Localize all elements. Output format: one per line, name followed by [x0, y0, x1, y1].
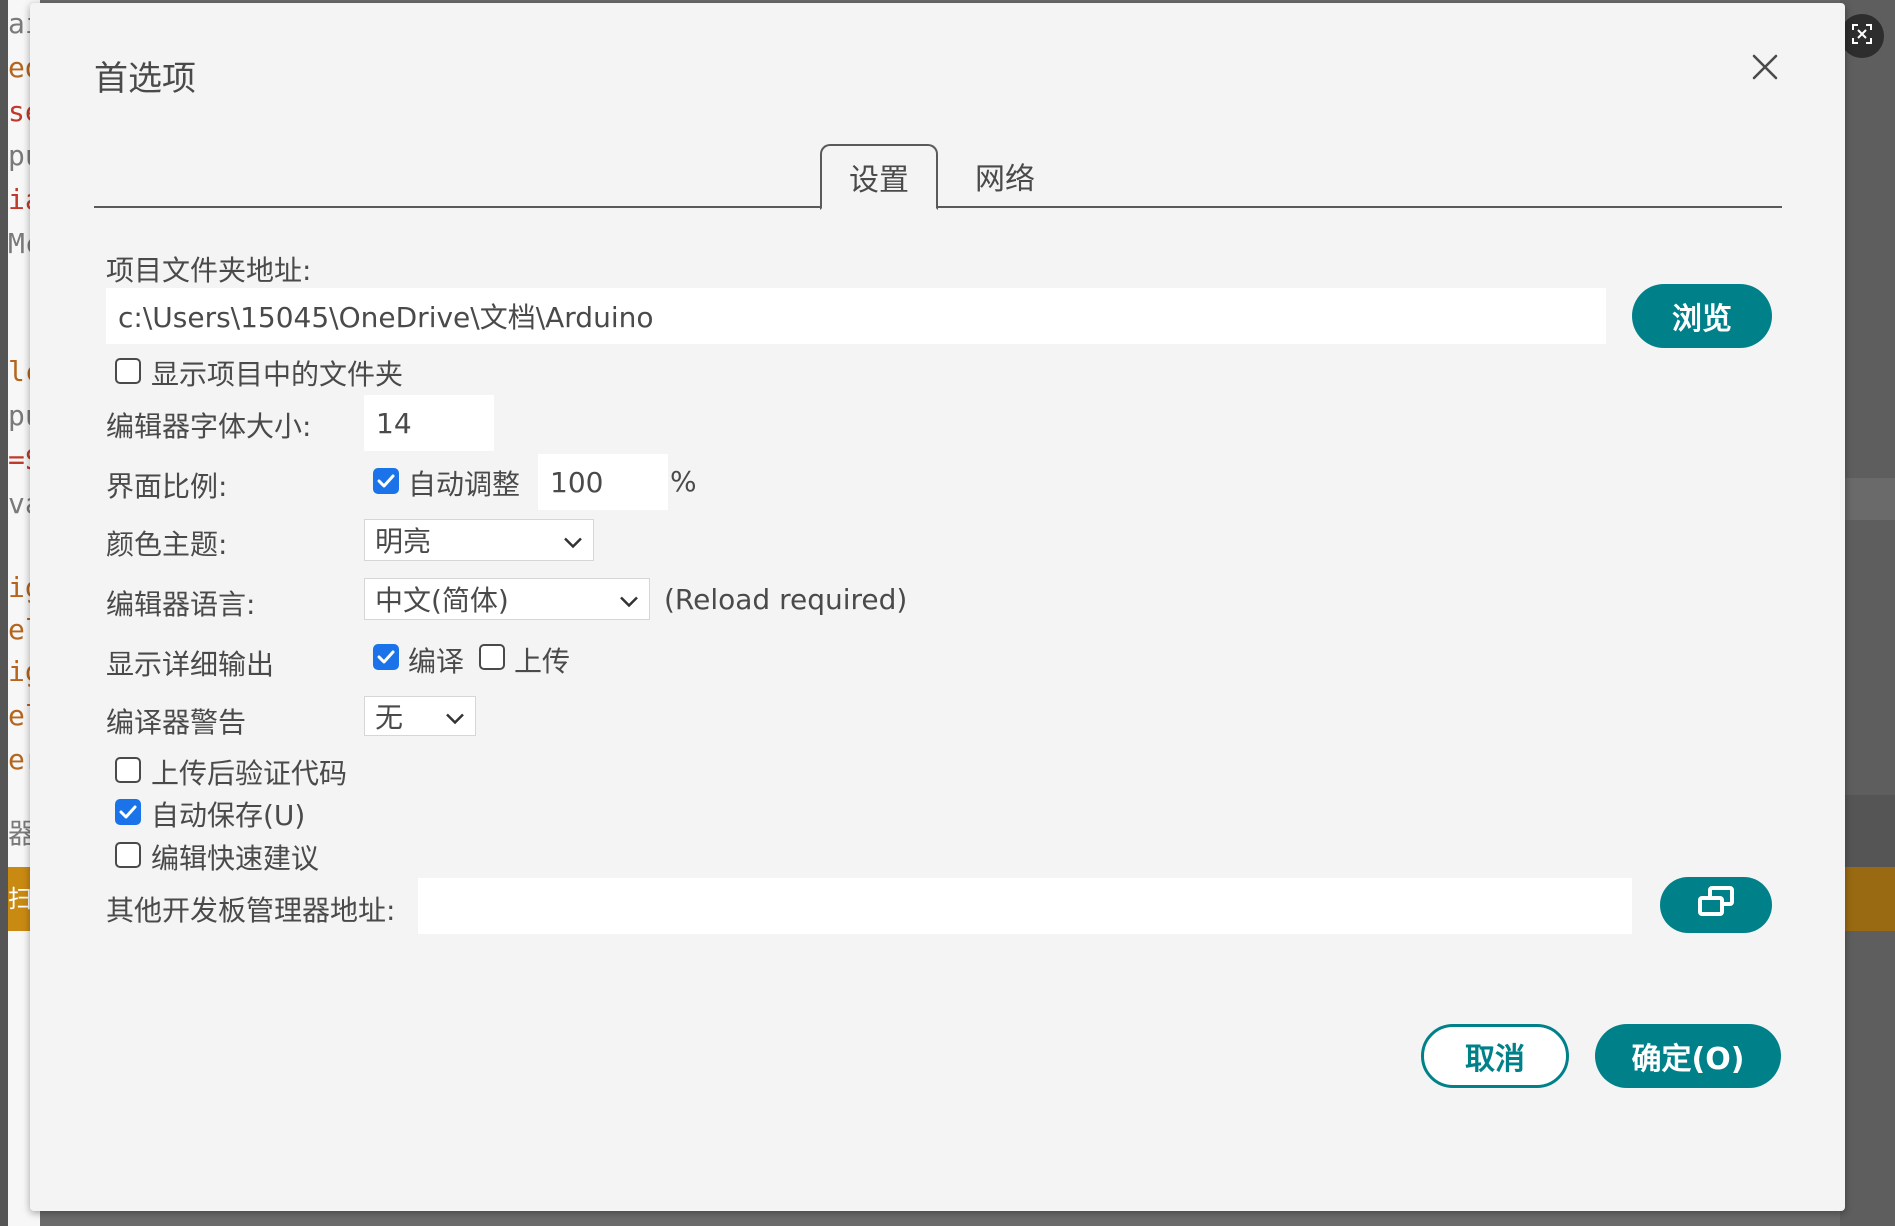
warnings-label: 编译器警告	[106, 706, 247, 739]
verbose-upload-label: 上传	[514, 645, 571, 678]
auto-scale-label: 自动调整	[408, 468, 521, 501]
tab-network[interactable]: 网络	[950, 144, 1060, 208]
language-value: 中文(简体)	[375, 584, 509, 617]
tabs-divider	[94, 206, 1782, 208]
ok-button[interactable]: 确定(O)	[1595, 1024, 1781, 1088]
preferences-dialog: 首选项 设置 网络 项目文件夹地址: c:\Users\15045\OneDri…	[30, 3, 1845, 1211]
font-size-label: 编辑器字体大小:	[106, 410, 312, 443]
verbose-compile-label: 编译	[408, 645, 465, 678]
chevron-down-icon	[619, 583, 639, 616]
theme-value: 明亮	[375, 525, 432, 558]
sketchbook-label: 项目文件夹地址:	[106, 254, 312, 287]
scale-input[interactable]: 100	[538, 454, 668, 510]
quick-suggest-checkbox[interactable]	[115, 842, 141, 868]
theme-label: 颜色主题:	[106, 528, 228, 561]
reload-note: (Reload required)	[664, 583, 908, 616]
scale-label: 界面比例:	[106, 470, 228, 503]
background-right-panel	[1840, 0, 1895, 1226]
warnings-select[interactable]: 无	[364, 696, 476, 736]
language-select[interactable]: 中文(简体)	[364, 578, 650, 620]
autosave-checkbox[interactable]	[115, 799, 141, 825]
background-band	[1840, 478, 1895, 520]
dialog-title: 首选项	[94, 59, 196, 99]
close-icon	[1751, 53, 1779, 85]
theme-select[interactable]: 明亮	[364, 519, 594, 561]
board-urls-input[interactable]	[418, 878, 1632, 934]
edit-board-urls-button[interactable]	[1660, 877, 1772, 933]
chevron-down-icon	[445, 700, 465, 733]
close-button[interactable]	[1743, 47, 1787, 91]
show-files-label: 显示项目中的文件夹	[151, 358, 404, 391]
window-stack-icon	[1696, 885, 1736, 925]
verbose-compile-checkbox[interactable]	[373, 644, 399, 670]
background-band	[1840, 795, 1895, 867]
font-size-input[interactable]: 14	[364, 395, 494, 451]
browse-button[interactable]: 浏览	[1632, 284, 1772, 348]
show-files-checkbox[interactable]	[115, 358, 141, 384]
chevron-down-icon	[563, 524, 583, 557]
language-label: 编辑器语言:	[106, 588, 256, 621]
screenshot-button[interactable]	[1840, 14, 1884, 58]
screenshot-icon	[1850, 22, 1874, 50]
quick-suggest-label: 编辑快速建议	[151, 842, 320, 875]
verify-label: 上传后验证代码	[151, 757, 348, 790]
bg-status-bar	[1840, 867, 1895, 931]
autosave-label: 自动保存(U)	[151, 799, 306, 832]
warnings-value: 无	[375, 701, 404, 734]
verify-checkbox[interactable]	[115, 757, 141, 783]
auto-scale-checkbox[interactable]	[373, 468, 399, 494]
tab-settings[interactable]: 设置	[820, 144, 938, 210]
sketchbook-path-input[interactable]: c:\Users\15045\OneDrive\文档\Arduino	[106, 288, 1606, 344]
scale-unit: %	[670, 465, 697, 498]
cancel-button[interactable]: 取消	[1421, 1024, 1569, 1088]
board-urls-label: 其他开发板管理器地址:	[106, 894, 396, 927]
verbose-upload-checkbox[interactable]	[479, 644, 505, 670]
verbose-label: 显示详细输出	[106, 648, 275, 681]
